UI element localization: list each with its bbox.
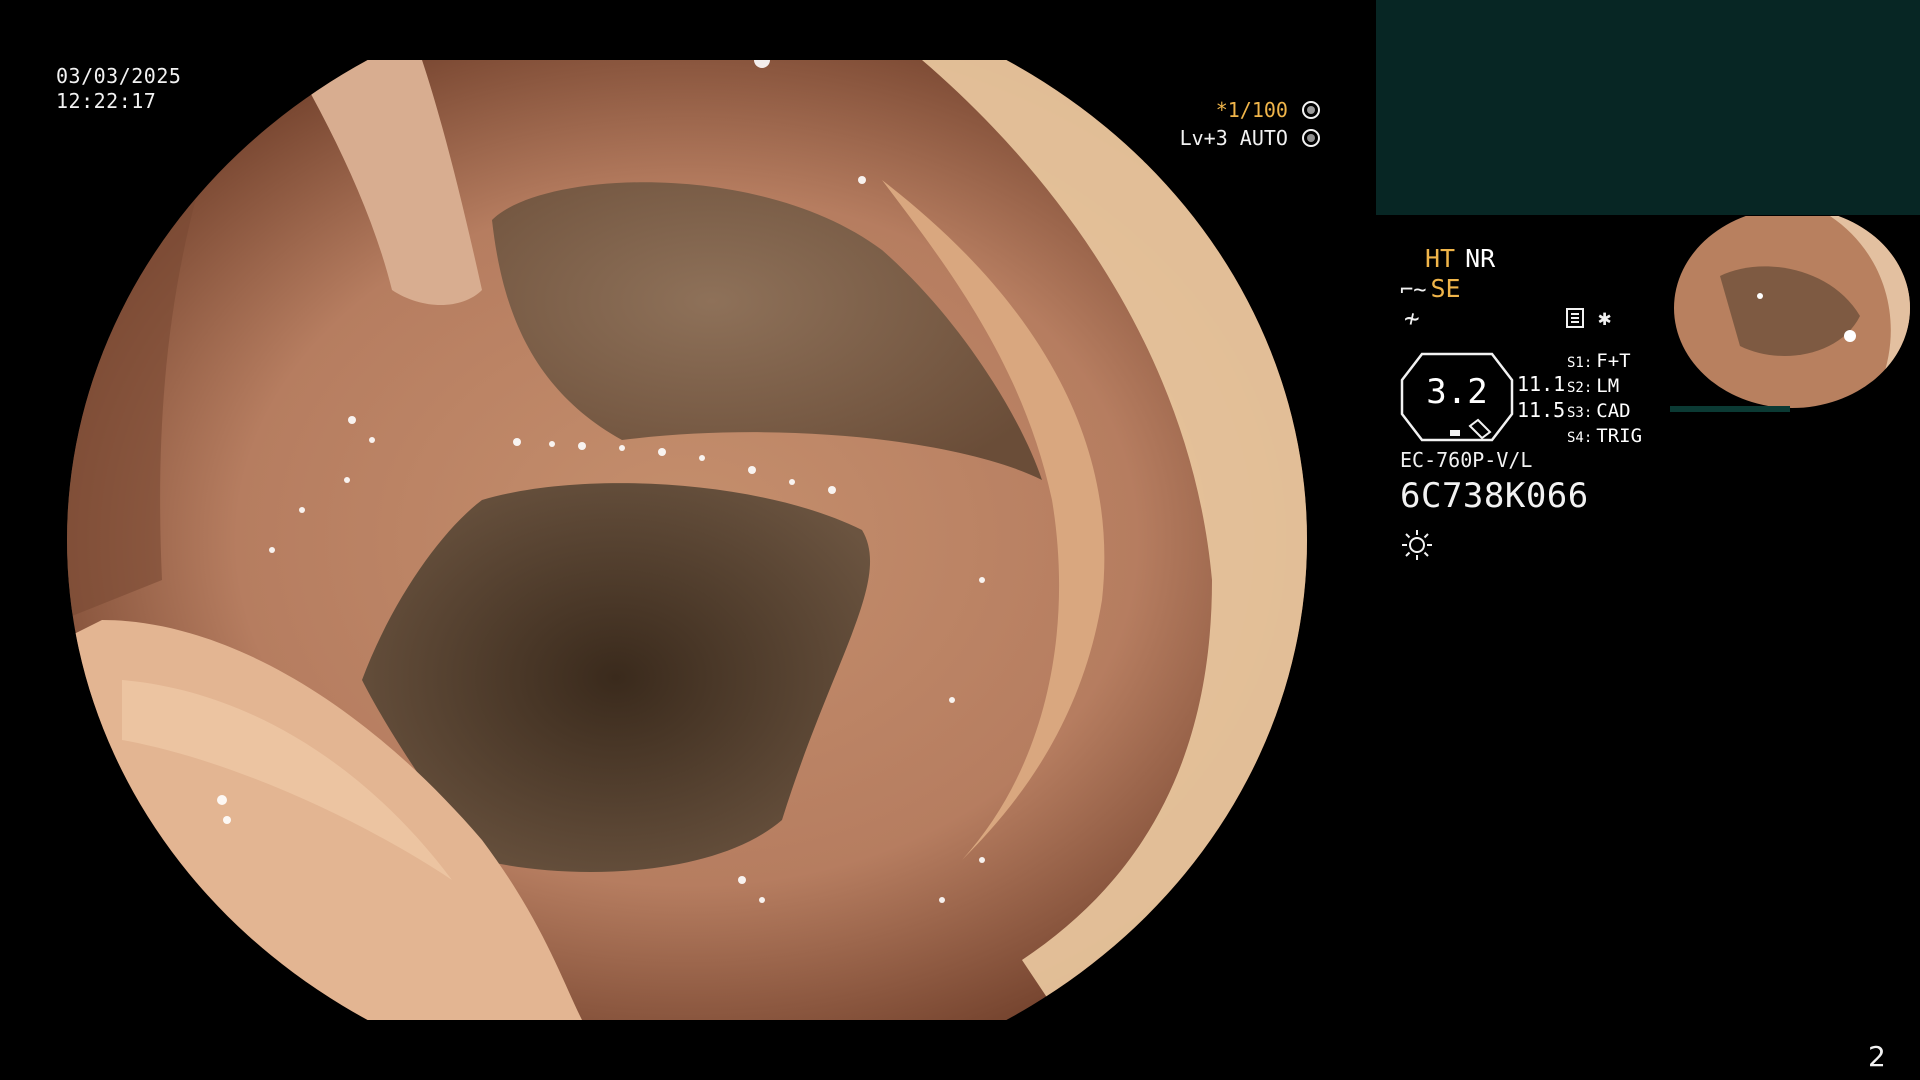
switch-4: S4: TRIG [1567,425,1643,447]
value-2: 11.5 [1517,398,1566,422]
scope-model: EC-760P-V/L [1400,448,1533,472]
info-panel-top [1376,0,1920,215]
switch-1: S1: F+T [1567,350,1631,372]
scope-icon: ⌐~ [1400,278,1427,303]
list-icon [1566,308,1584,328]
value-1: 11.1 [1517,372,1566,396]
switch-3: S3: CAD [1567,400,1631,422]
filter-icon: ≁ [1404,304,1420,334]
endoscope-view [62,60,1312,1020]
scope-serial: 6C738K066 [1400,476,1589,516]
nr-label: NR [1465,244,1496,273]
light-icon [1402,530,1432,560]
shutter-label: *1/100 [1215,98,1288,122]
magnification-value: 3.2 [1426,372,1488,412]
switch-2: S2: LM [1567,375,1620,397]
level-label: Lv+3 AUTO [1179,126,1288,150]
ht-label: HT [1425,244,1456,273]
time-label: 12:22:17 [56,89,157,113]
star-icon: ✱ [1598,306,1612,331]
se-label: SE [1430,274,1461,303]
shutter-readout: *1/100 [1160,98,1320,122]
date-time: 03/03/2025 12:22:17 [56,64,181,114]
thumbnail-image [1670,216,1910,412]
se-row: ⌐~ SE [1400,274,1461,303]
level-readout: Lv+3 AUTO [1160,126,1320,150]
color-enhance-icon [1302,129,1320,147]
aperture-icon [1302,101,1320,119]
ht-nr-row: HT NR [1425,244,1495,273]
date-label: 03/03/2025 [56,64,182,88]
page-number: 2 [1868,1040,1886,1073]
